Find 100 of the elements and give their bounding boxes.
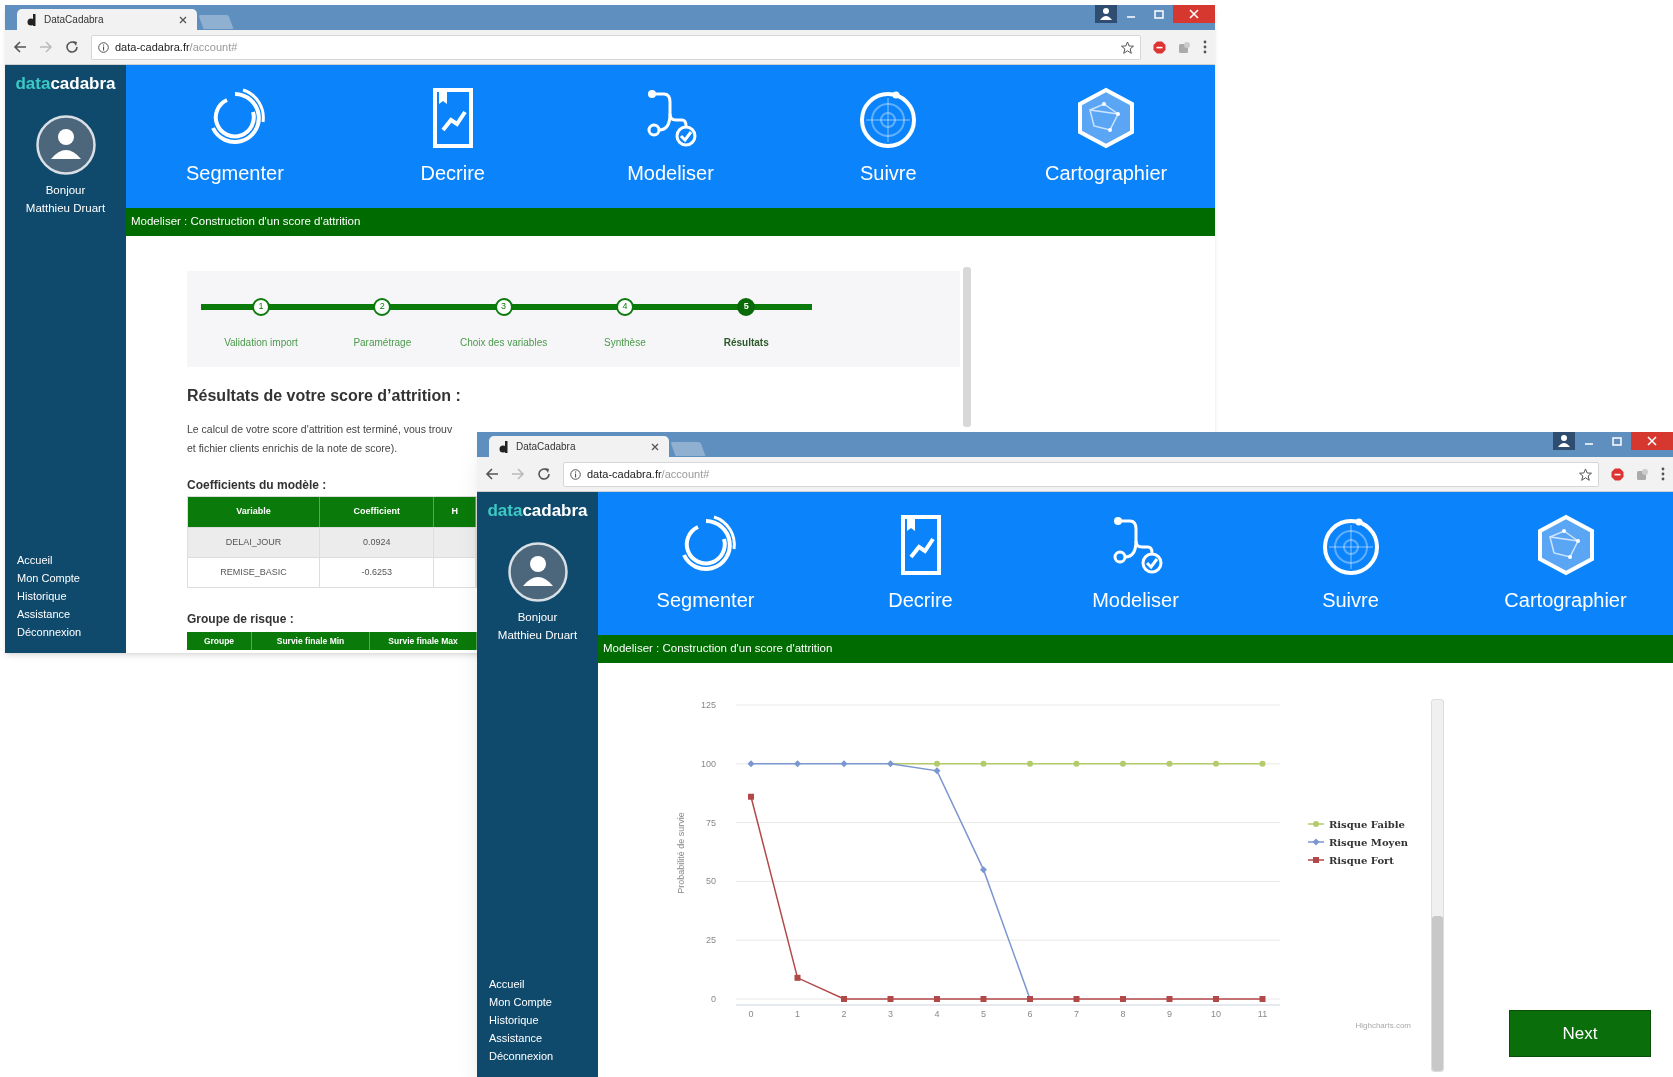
data-point	[934, 996, 940, 1002]
nav-link[interactable]: Decrire	[813, 492, 1028, 635]
data-point	[747, 760, 755, 768]
nav-link[interactable]: Modeliser	[1028, 492, 1243, 635]
step-label: Synthèse	[603, 336, 647, 350]
breadcrumb-bar: Modeliser : Construction d'un score d'attrition	[126, 208, 1215, 236]
axis-label: 3	[888, 1009, 893, 1019]
greeting-text: Bonjour	[517, 610, 558, 625]
legend-label: Risque Fort	[1329, 854, 1395, 866]
axis-label: 0	[711, 994, 716, 1004]
nav-link[interactable]: Segmenter	[598, 492, 813, 635]
avatar-icon	[35, 115, 96, 175]
data-point	[1027, 760, 1033, 767]
back-button[interactable]	[485, 467, 499, 481]
axis-label: 5	[981, 1009, 986, 1019]
legend-item[interactable]: Risque Fort	[1307, 854, 1394, 866]
column-header: Groupe	[187, 632, 252, 650]
legend-label: Risque Faible	[1329, 818, 1405, 830]
legend-label: Risque Moyen	[1329, 836, 1409, 848]
data-point	[1259, 996, 1266, 1002]
sidebar-link[interactable]: Déconnexion	[17, 623, 82, 641]
nav-link[interactable]: Modeliser	[561, 65, 780, 208]
close-tab-icon[interactable]	[179, 15, 187, 24]
user-profile-icon[interactable]	[1095, 5, 1117, 23]
nav-link[interactable]: Cartographier	[1458, 492, 1673, 635]
sidebar-link[interactable]: Accueil	[489, 975, 554, 993]
star-icon[interactable]	[1579, 467, 1592, 481]
data-point	[1073, 760, 1080, 767]
sidebar-link[interactable]: Historique	[489, 1011, 554, 1029]
user-name: Matthieu Druart	[497, 628, 578, 643]
nav-link[interactable]: Cartographier	[997, 65, 1215, 208]
axis-label: 1	[795, 1009, 800, 1019]
user-profile-icon[interactable]	[1553, 432, 1575, 450]
reload-button[interactable]	[537, 467, 551, 481]
sidebar-link[interactable]: Assistance	[489, 1029, 554, 1047]
data-point	[1166, 760, 1173, 767]
column-header: Survie finale Min	[252, 632, 370, 650]
table-cell: DELAI_JOUR	[188, 527, 321, 557]
close-button[interactable]	[1173, 5, 1215, 23]
nav-link[interactable]: Suivre	[779, 65, 998, 208]
logo: datacadabra	[15, 73, 116, 95]
axis-label: 0	[748, 1009, 754, 1019]
info-icon[interactable]	[570, 468, 581, 480]
logo: datacadabra	[487, 500, 588, 522]
back-button[interactable]	[13, 40, 27, 54]
subsection-heading: Coefficients du modèle :	[187, 477, 327, 494]
sidebar-link[interactable]: Déconnexion	[489, 1047, 554, 1065]
menu-icon[interactable]	[1661, 467, 1665, 481]
sidebar-link[interactable]: Mon Compte	[489, 993, 554, 1011]
legend-item[interactable]: Risque Moyen	[1307, 836, 1409, 848]
step-label: Résultats	[722, 336, 770, 350]
scrollbar[interactable]	[1431, 699, 1444, 1072]
star-icon[interactable]	[1121, 40, 1134, 54]
column-header: Variable	[188, 497, 321, 527]
sidebar-link[interactable]: Accueil	[17, 551, 82, 569]
next-button[interactable]: Next	[1509, 1010, 1651, 1057]
data-point	[794, 760, 801, 768]
scrollbar[interactable]	[963, 267, 971, 427]
data-point	[1259, 760, 1266, 767]
nav-link[interactable]: Segmenter	[126, 65, 344, 208]
sidebar-link[interactable]: Historique	[17, 587, 82, 605]
stop-sign-icon[interactable]	[1153, 40, 1166, 54]
data-point	[748, 793, 754, 800]
axis-label: 7	[1074, 1009, 1079, 1019]
column-header: H	[434, 497, 476, 527]
close-tab-icon[interactable]	[651, 442, 659, 451]
nav-link[interactable]: Decrire	[343, 65, 562, 208]
data-point	[1027, 996, 1033, 1002]
browser-tab[interactable]: DataCadabra	[489, 436, 669, 457]
data-point	[1120, 996, 1126, 1002]
close-button[interactable]	[1631, 432, 1673, 450]
table-cell: REMISE_BASIC	[188, 557, 321, 587]
sidebar-link[interactable]: Mon Compte	[17, 569, 82, 587]
data-point	[841, 996, 847, 1002]
axis-title: Probabilité de survie	[676, 812, 686, 894]
address-field[interactable]: data-cadabra.fr/account#	[563, 461, 1599, 487]
address-field[interactable]: data-cadabra.fr/account#	[91, 34, 1141, 60]
subsection-heading: Groupe de risque :	[187, 611, 294, 628]
nav-link[interactable]: Suivre	[1243, 492, 1458, 635]
data-point	[1120, 760, 1126, 767]
description-text: Le calcul de votre score d'attrition est terminé, vous trouv et fichier clients enrichis de la note de score).	[187, 422, 454, 456]
axis-label: 8	[1120, 1009, 1126, 1019]
stop-sign-icon[interactable]	[1611, 467, 1624, 481]
scrollbar-thumb[interactable]	[1432, 916, 1443, 1071]
info-icon[interactable]	[98, 41, 109, 53]
sidebar-link[interactable]: Assistance	[17, 605, 82, 623]
axis-label: 11	[1257, 1009, 1268, 1019]
axis-label: 100	[700, 758, 716, 769]
column-header: Coefficient	[320, 497, 435, 527]
breadcrumb-bar: Modeliser : Construction d'un score d'attrition	[598, 635, 1673, 663]
table-cell: 0.0924	[320, 527, 435, 557]
browser-tab[interactable]: DataCadabra	[17, 9, 197, 30]
greeting-text: Bonjour	[45, 183, 86, 198]
legend-item[interactable]: Risque Faible	[1307, 818, 1405, 830]
menu-icon[interactable]	[1203, 40, 1207, 54]
step-label: Validation import	[223, 336, 299, 350]
table-cell: -0.6253	[320, 557, 435, 587]
data-point	[980, 866, 987, 874]
data-point	[1213, 760, 1219, 767]
reload-button[interactable]	[65, 40, 79, 54]
